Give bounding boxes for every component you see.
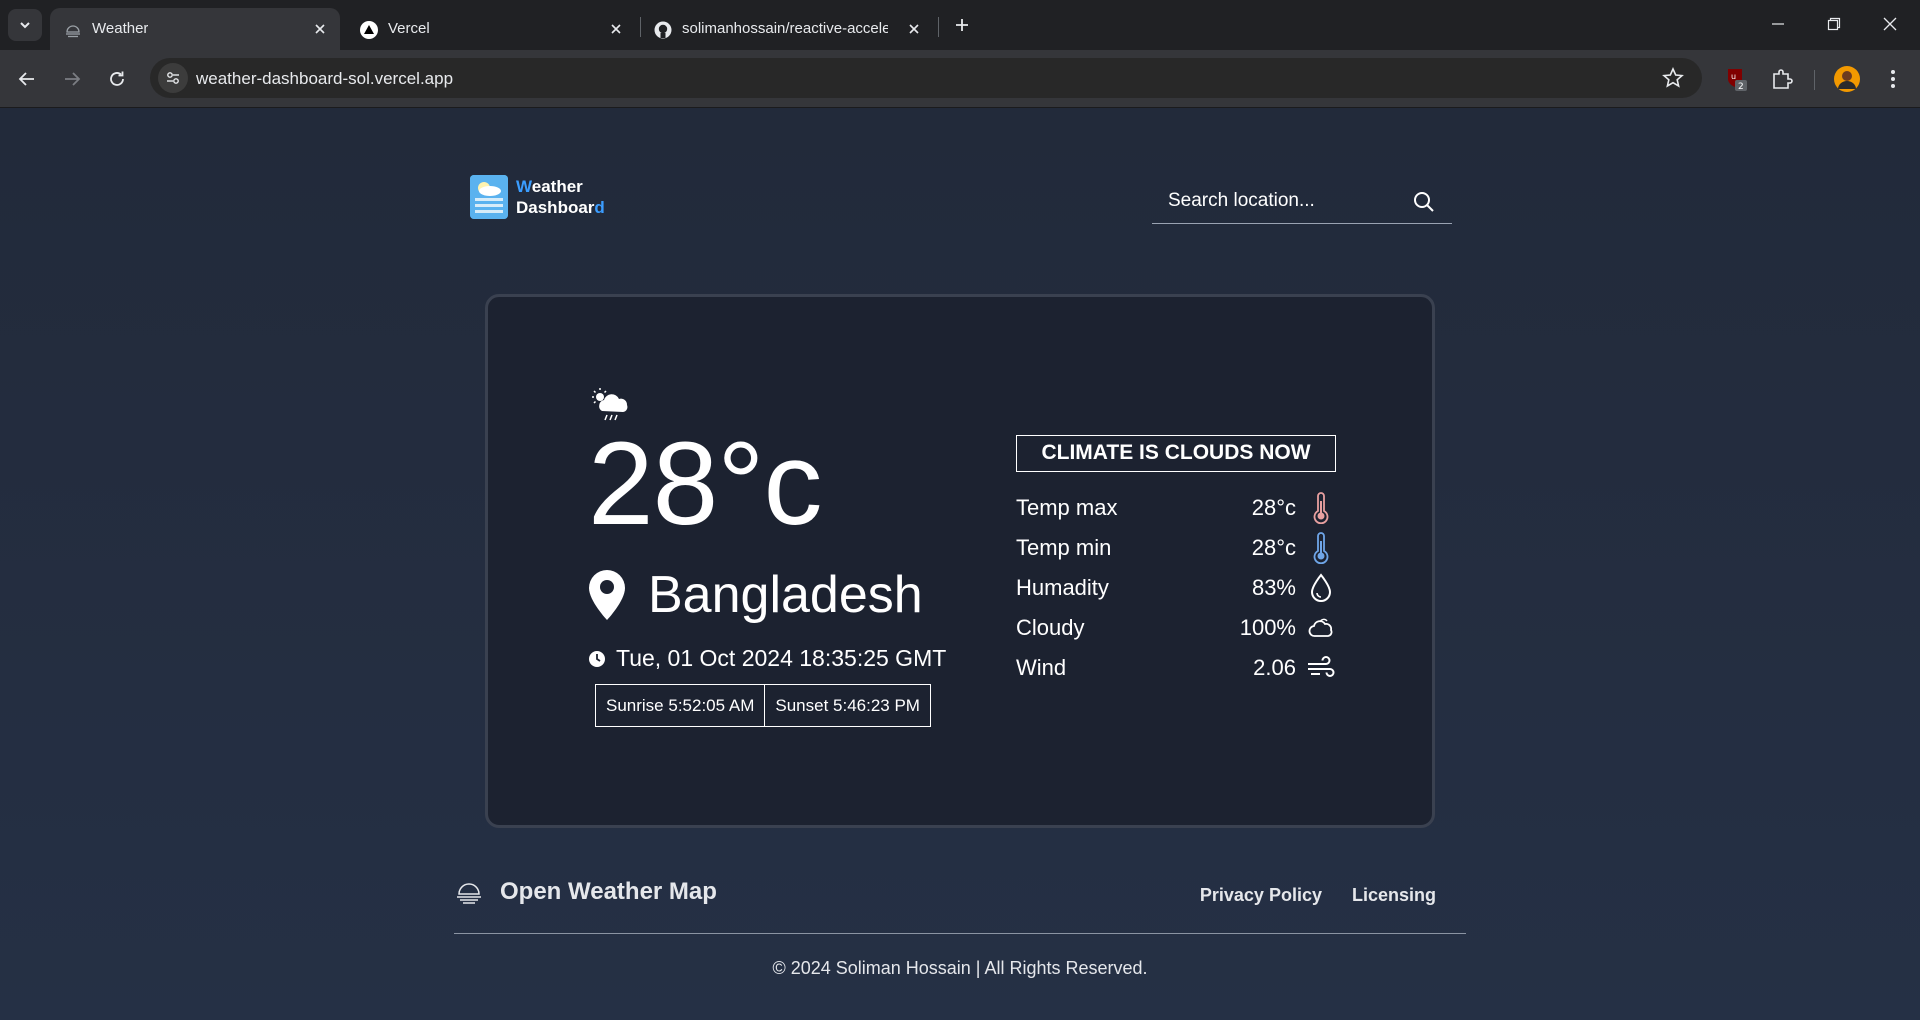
toolbar-separator [1814,70,1815,90]
browser-menu-button[interactable] [1880,66,1906,92]
tab-weather[interactable]: Weather [50,8,340,50]
extensions-button[interactable] [1769,66,1795,92]
browser-tab-strip: Weather Vercel solimanhossain/reactive-a… [0,0,1920,50]
search-icon[interactable] [1412,190,1436,214]
close-tab-icon[interactable] [904,19,924,39]
stat-label: Temp max [1016,495,1118,520]
datetime: Tue, 01 Oct 2024 18:35:25 GMT [588,645,946,672]
site-info-button[interactable] [158,63,188,93]
stat-value: 28°c [1251,495,1296,520]
tab-vercel[interactable]: Vercel [346,8,636,50]
copyright-text: © 2024 Soliman Hossain | All Rights Rese… [772,958,1148,978]
weather-logo-icon [457,883,481,904]
more-vertical-icon [1891,70,1895,88]
search-input[interactable] [1168,186,1398,216]
reload-icon [110,71,124,86]
ublock-extension-button[interactable]: u2 [1724,66,1750,92]
ublock-icon: u2 [1728,69,1747,92]
search-bar [1152,178,1452,224]
plus-icon [956,19,968,31]
stat-label: Cloudy [1016,615,1085,640]
cloud-icon [1306,612,1336,644]
address-bar[interactable]: weather-dashboard-sol.vercel.app [150,58,1702,98]
vercel-favicon-icon [360,21,378,39]
tune-icon [167,72,179,84]
licensing-link[interactable]: Licensing [1352,885,1436,906]
tab-search-button[interactable] [8,9,42,41]
arrow-left-icon [18,72,34,86]
close-tab-icon[interactable] [310,19,330,39]
stat-value: 83% [1251,575,1296,600]
logo-accent-letter: W [516,177,532,196]
stat-label: Wind [1016,655,1067,680]
github-favicon-icon [654,21,672,39]
sunset-time: Sunset 5:46:23 PM [765,684,931,727]
minimize-button[interactable] [1766,12,1790,36]
tab-title: solimanhossain/reactive-acceler [682,20,888,37]
footer-links: Privacy Policy Licensing [1200,885,1436,906]
footer-brand-name: Open Weather Map [500,878,717,905]
page-content: Weather Dashboard 28°c Bangladesh Tue, 0… [0,108,1920,1020]
arrow-right-icon [65,72,81,86]
map-pin-icon [589,570,625,620]
stat-value: 28°c [1251,535,1296,560]
profile-button[interactable] [1834,66,1860,92]
stat-value: 2.06 [1253,655,1296,680]
star-icon[interactable] [1662,67,1684,89]
avatar [1834,66,1860,92]
logo-word: eather [531,177,583,196]
thermometer-cold-icon [1306,532,1336,564]
back-button[interactable] [14,66,40,92]
logo-word: Dashboar [516,198,595,217]
restore-icon [1827,17,1841,31]
privacy-policy-link[interactable]: Privacy Policy [1200,885,1322,906]
location-name: Bangladesh [648,566,923,624]
close-window-button[interactable] [1878,12,1902,36]
svg-text:u: u [1731,72,1736,81]
stat-value: 100% [1239,615,1296,640]
current-temperature: 28°c [588,418,822,550]
browser-toolbar: weather-dashboard-sol.vercel.app u2 [0,50,1920,108]
weather-favicon-icon [66,25,80,38]
reload-button[interactable] [104,66,130,92]
logo-accent-letter: d [594,198,605,217]
sunrise-time: Sunrise 5:52:05 AM [595,684,766,727]
close-tab-icon[interactable] [606,19,626,39]
tab-title: Weather [92,20,149,37]
tab-separator [938,17,939,37]
logo-image [470,175,508,219]
tab-github[interactable]: solimanhossain/reactive-acceler [640,8,930,50]
sun-times: Sunrise 5:52:05 AM Sunset 5:46:23 PM [595,684,931,727]
clock-icon [589,650,605,667]
stat-row-cloudy: Cloudy 100% [1016,607,1336,647]
stat-row-wind: Wind 2.06 [1016,647,1336,687]
stat-row-temp-min: Temp min 28°c [1016,527,1336,567]
chevron-down-icon [20,22,30,29]
location: Bangladesh [588,565,923,625]
new-tab-button[interactable] [950,13,974,37]
droplet-icon [1306,572,1336,604]
restore-button[interactable] [1822,12,1846,36]
tab-title: Vercel [388,20,430,37]
close-icon [1883,17,1897,31]
stat-label: Temp min [1016,535,1112,560]
extension-badge-count: 2 [1738,82,1744,92]
stat-label: Humadity [1016,575,1109,600]
app-logo[interactable]: Weather Dashboard [470,175,605,219]
climate-status: CLIMATE IS CLOUDS NOW [1016,435,1336,472]
wind-icon [1306,652,1336,684]
stat-row-temp-max: Temp max 28°c [1016,487,1336,527]
puzzle-icon [1773,69,1793,89]
forward-button[interactable] [59,66,85,92]
stat-row-humidity: Humadity 83% [1016,567,1336,607]
minimize-icon [1772,23,1784,25]
url-text: weather-dashboard-sol.vercel.app [196,69,454,88]
thermometer-hot-icon [1306,492,1336,524]
footer-divider [454,933,1466,934]
footer-brand[interactable]: Open Weather Map [456,878,717,906]
weather-stats: Temp max 28°c Temp min 28°c Humadity 83%… [1016,487,1336,687]
weather-card: 28°c Bangladesh Tue, 01 Oct 2024 18:35:2… [485,294,1435,828]
datetime-text: Tue, 01 Oct 2024 18:35:25 GMT [616,645,947,671]
logo-text: Weather Dashboard [516,176,605,218]
